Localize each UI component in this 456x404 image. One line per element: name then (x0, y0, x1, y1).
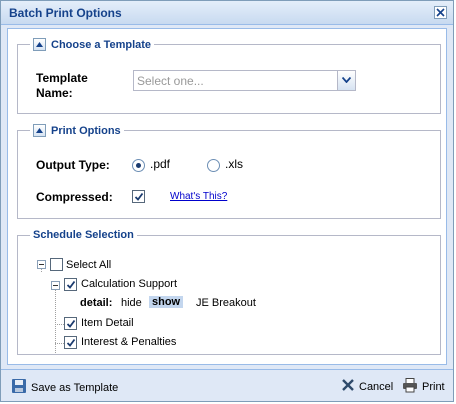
tree-connector (55, 324, 64, 325)
save-icon (11, 378, 27, 397)
chevron-down-icon[interactable] (337, 71, 355, 90)
collapse-print-options-icon[interactable] (33, 124, 46, 137)
template-name-label-line2: Name: (36, 86, 73, 100)
cancel-button[interactable]: Cancel (341, 378, 393, 395)
collapse-template-icon[interactable] (33, 38, 46, 51)
dialog-footer: Save as Template Cancel Print (1, 369, 453, 401)
select-all-checkbox[interactable] (50, 258, 63, 271)
print-options-legend-text: Print Options (51, 124, 121, 137)
interest-penalties-label: Interest & Penalties (81, 336, 177, 348)
schedule-selection-fieldset: Schedule Selection Select All Calculatio… (17, 229, 441, 355)
detail-show-option[interactable]: show (149, 296, 184, 308)
save-as-template-button[interactable]: Save as Template (11, 378, 118, 397)
template-name-label-line1: Template (36, 71, 88, 85)
save-as-template-label: Save as Template (31, 381, 119, 394)
collapse-tree-icon[interactable] (51, 281, 60, 290)
compressed-label: Compressed: (36, 190, 113, 204)
xls-radio[interactable] (207, 159, 220, 172)
pdf-radio[interactable] (132, 159, 145, 172)
template-legend-text: Choose a Template (51, 38, 152, 51)
dialog-body: Choose a Template Template Name: Select … (7, 28, 447, 365)
item-detail-label: Item Detail (81, 317, 134, 329)
detail-hide-option[interactable]: hide (121, 297, 142, 309)
detail-label: detail: (80, 297, 113, 309)
template-legend: Choose a Template (30, 38, 154, 51)
print-options-legend: Print Options (30, 124, 124, 137)
print-label: Print (422, 381, 445, 393)
output-type-label: Output Type: (36, 158, 110, 172)
print-options-fieldset: Print Options Output Type: .pdf .xls Com… (17, 124, 441, 219)
calculation-support-checkbox[interactable] (64, 278, 77, 291)
tree-connector (55, 343, 64, 344)
interest-penalties-checkbox[interactable] (64, 336, 77, 349)
select-all-label: Select All (66, 259, 112, 271)
pdf-radio-label: .pdf (150, 157, 171, 171)
print-button[interactable]: Print (402, 378, 445, 396)
cancel-icon (341, 378, 355, 395)
xls-radio-label: .xls (225, 157, 243, 171)
dialog-titlebar: Batch Print Options (1, 1, 453, 25)
compressed-checkbox[interactable] (132, 190, 145, 203)
collapse-tree-icon[interactable] (37, 260, 46, 269)
calculation-support-label: Calculation Support (81, 278, 178, 290)
schedule-selection-legend: Schedule Selection (30, 229, 137, 241)
template-fieldset: Choose a Template Template Name: Select … (17, 38, 441, 114)
whats-this-link[interactable]: What's This? (170, 191, 227, 202)
detail-je-breakout-option[interactable]: JE Breakout (196, 297, 256, 309)
template-select-placeholder: Select one... (137, 74, 204, 88)
dialog-title: Batch Print Options (9, 6, 122, 20)
item-detail-checkbox[interactable] (64, 317, 77, 330)
template-select[interactable]: Select one... (133, 70, 356, 91)
batch-print-dialog: Batch Print Options Choose a Template Te… (0, 0, 454, 402)
printer-icon (402, 378, 418, 396)
cancel-label: Cancel (359, 380, 394, 393)
close-icon[interactable] (434, 6, 447, 19)
schedule-selection-legend-text: Schedule Selection (33, 229, 134, 241)
